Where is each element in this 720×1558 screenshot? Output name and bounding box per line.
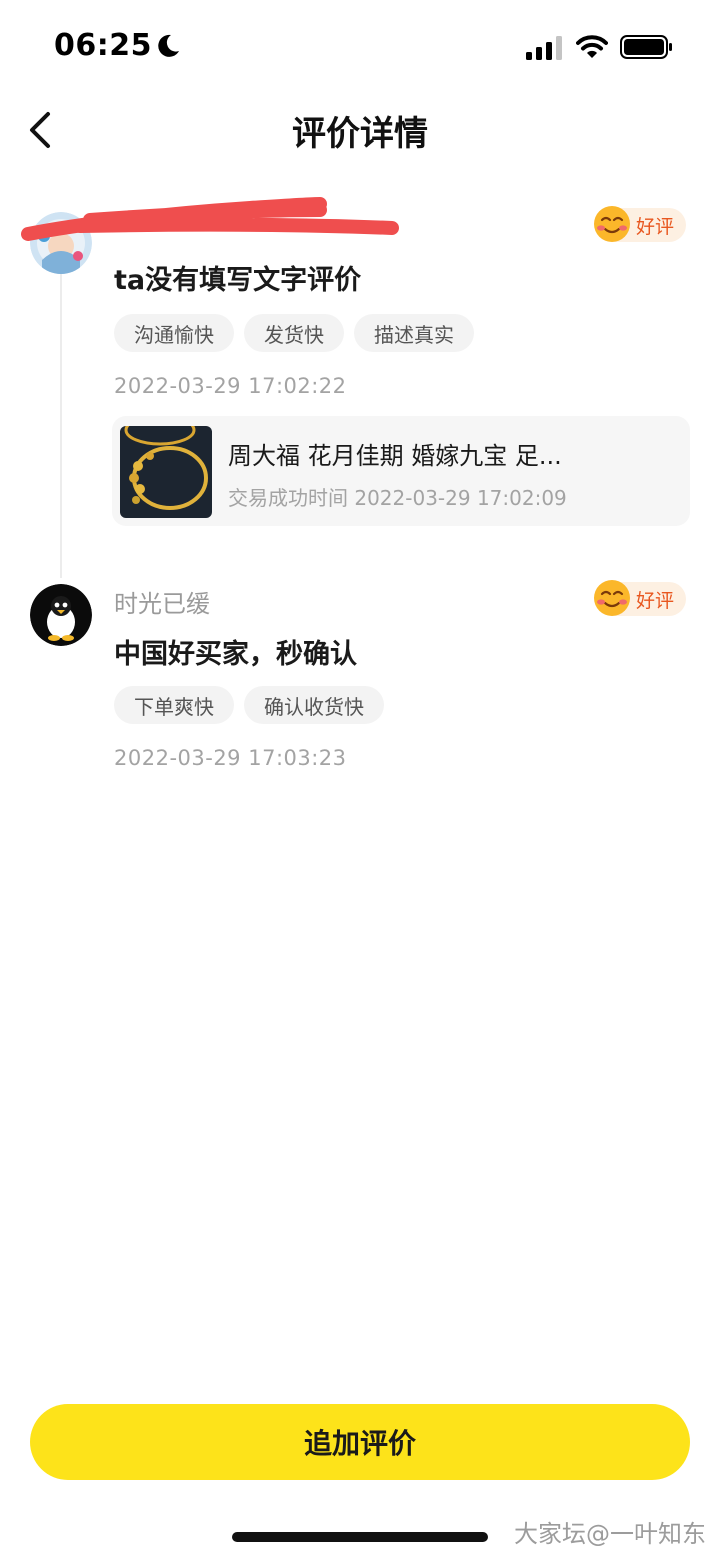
- review-text: 中国好买家，秒确认: [114, 639, 357, 670]
- home-indicator[interactable]: [232, 1532, 488, 1542]
- battery-icon: [620, 35, 672, 59]
- smile-face-icon: [593, 206, 630, 242]
- review-tags: 沟通愉快 发货快 描述真实: [114, 314, 474, 352]
- review-timestamp: 2022-03-29 17:03:23: [114, 746, 347, 770]
- signal-icon: [526, 36, 562, 60]
- wifi-icon: [576, 35, 608, 58]
- penguin-avatar-icon: [30, 584, 92, 646]
- review-text: ta没有填写文字评价: [114, 265, 362, 296]
- rating-label: 好评: [635, 215, 674, 238]
- timeline-connector: [60, 272, 62, 578]
- trade-time: 2022-03-29 17:02:09: [354, 486, 567, 510]
- product-card[interactable]: 周大福 花月佳期 婚嫁九宝 足... 交易成功时间 2022-03-29 17:…: [112, 416, 690, 526]
- review-tag: 发货快: [244, 314, 344, 352]
- add-review-button[interactable]: 追加评价: [30, 1404, 690, 1480]
- status-bar: 06:25: [0, 0, 720, 90]
- review-tag: 沟通愉快: [114, 314, 234, 352]
- smile-face-icon: [593, 580, 630, 616]
- rating-label: 好评: [635, 589, 674, 612]
- review-tag: 下单爽快: [114, 686, 234, 724]
- product-name: 周大福 花月佳期 婚嫁九宝 足...: [228, 442, 562, 470]
- nav-bar: 评价详情: [0, 90, 720, 170]
- rating-badge: 好评: [593, 206, 686, 242]
- avatar[interactable]: [30, 584, 92, 646]
- reviewer-name: 时光已缓: [114, 590, 210, 618]
- review-timestamp: 2022-03-29 17:02:22: [114, 374, 347, 398]
- status-time: 06:25: [54, 28, 152, 63]
- review-tag: 描述真实: [354, 314, 474, 352]
- product-thumbnail: [120, 426, 212, 518]
- page-title: 评价详情: [292, 114, 428, 154]
- watermark: 大家坛@一叶知东: [514, 1520, 706, 1548]
- gold-bracelet-image: [120, 426, 212, 518]
- review-tags: 下单爽快 确认收货快: [114, 686, 384, 724]
- review-tag: 确认收货快: [244, 686, 384, 724]
- rating-badge: 好评: [593, 580, 686, 616]
- trade-label: 交易成功时间: [228, 486, 348, 510]
- moon-icon: [158, 34, 179, 57]
- review-detail-page: 06:25 评价详情 好评 ta没有填写文字评价 沟通愉快 发货快 描述真实 2…: [0, 0, 720, 1558]
- trade-info: 交易成功时间 2022-03-29 17:02:09: [228, 482, 567, 511]
- redaction-scribble: [21, 197, 399, 241]
